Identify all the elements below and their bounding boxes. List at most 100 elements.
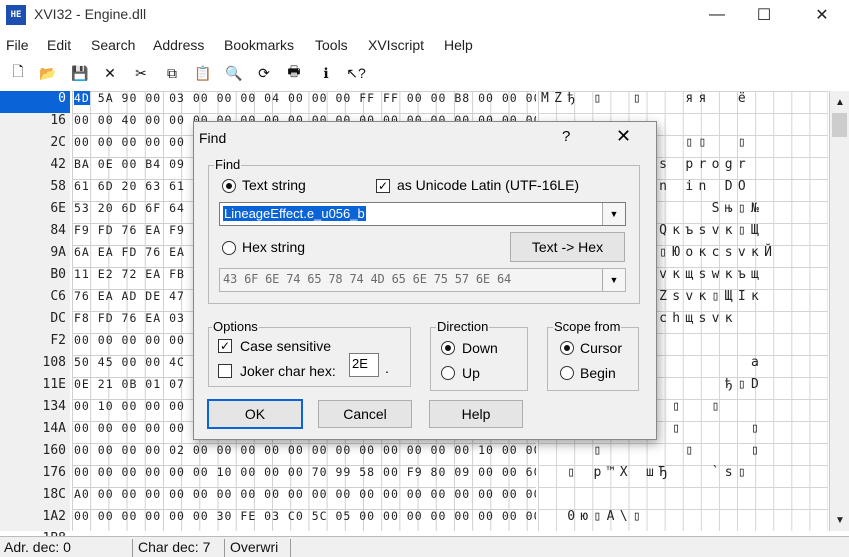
menu-address[interactable]: Address xyxy=(153,37,204,53)
offset-label: 42 xyxy=(50,157,66,172)
status-bar: Adr. dec: 0 Char dec: 7 Overwri xyxy=(0,536,849,557)
close-window-button[interactable]: ✕ xyxy=(799,0,845,30)
find-dialog: Find ? ✕ Find Text string ✓ as Unicode L… xyxy=(193,121,657,440)
cursor-byte[interactable]: 4D xyxy=(74,91,90,105)
offset-label: 108 xyxy=(42,355,66,370)
scope-cursor-radio[interactable] xyxy=(560,341,574,355)
print-icon[interactable]: 🖶 xyxy=(284,63,304,83)
save-icon[interactable]: 💾 xyxy=(70,63,90,83)
ok-button[interactable]: OK xyxy=(207,399,303,429)
scope-begin-radio[interactable] xyxy=(560,366,574,380)
text-row[interactable]: ▯ p™X шЂ `s▯ xyxy=(541,465,790,487)
find-group: Find Text string ✓ as Unicode Latin (UTF… xyxy=(208,157,640,304)
options-group: Options ✓ Case sensitive Joker char hex:… xyxy=(208,319,411,387)
dialog-close-icon[interactable]: ✕ xyxy=(616,126,631,147)
direction-down-label: Down xyxy=(462,340,498,356)
search-text-value[interactable]: LineageEffect.e_u056_b xyxy=(223,206,366,221)
copy-icon[interactable]: ⧉ xyxy=(162,63,182,83)
text-string-label: Text string xyxy=(242,177,306,193)
direction-group-label: Direction xyxy=(436,319,490,334)
scope-group-label: Scope from xyxy=(553,319,622,334)
dialog-help-icon[interactable]: ? xyxy=(562,128,570,145)
offset-label: 11E xyxy=(42,377,66,392)
delete-icon[interactable]: ✕ xyxy=(100,63,120,83)
find-replace-icon[interactable]: ⟳ xyxy=(254,63,274,83)
cut-icon[interactable]: ✂ xyxy=(131,63,151,83)
toolbar: 🗋 📂 💾 ✕ ✂ ⧉ 📋 🔍 ⟳ 🖶 ℹ ↖? xyxy=(0,60,849,86)
menu-edit[interactable]: Edit xyxy=(47,37,71,53)
offset-label: C6 xyxy=(50,289,66,304)
hex-string-combo: 43 6F 6E 74 65 78 74 4D 65 6E 75 57 6E 6… xyxy=(219,268,626,292)
offset-label: 16 xyxy=(50,113,66,128)
menu-file[interactable]: File xyxy=(6,37,29,53)
open-icon[interactable]: 📂 xyxy=(38,63,58,83)
chevron-down-icon[interactable]: ▼ xyxy=(602,203,625,225)
minimize-button[interactable]: — xyxy=(694,0,740,30)
hex-row[interactable]: 4D 5A 90 00 03 00 00 00 04 00 00 00 FF F… xyxy=(74,91,536,113)
joker-checkbox[interactable] xyxy=(218,364,232,378)
offset-column: 0 16 2C 42 58 6E 84 9A B0 C6 DC F2 108 11E 134 14A 160 17… xyxy=(0,91,70,546)
text-row[interactable]: 0ю▯A\▯ xyxy=(541,509,777,531)
help-button[interactable]: Help xyxy=(429,400,523,428)
text-string-radio[interactable] xyxy=(222,179,236,193)
offset-label: 160 xyxy=(42,443,66,458)
script-icon[interactable]: ℹ xyxy=(316,63,336,83)
joker-label: Joker char hex: xyxy=(240,363,336,379)
status-mode: Overwri xyxy=(226,539,291,557)
find-icon[interactable]: 🔍 xyxy=(224,63,244,83)
menu-tools[interactable]: Tools xyxy=(315,37,348,53)
direction-up-radio[interactable] xyxy=(441,366,455,380)
options-group-label: Options xyxy=(212,319,259,334)
offset-label: 18C xyxy=(42,487,66,502)
context-help-icon[interactable]: ↖? xyxy=(346,63,366,83)
hex-row[interactable]: A0 00 00 00 00 00 00 00 00 00 00 00 00 0… xyxy=(74,487,536,509)
offset-label: 134 xyxy=(42,399,66,414)
vertical-scrollbar[interactable]: ▲ ▼ xyxy=(829,91,849,531)
menu-search[interactable]: Search xyxy=(91,37,135,53)
text-row[interactable]: ▯ ▯ ▯ xyxy=(541,443,790,465)
text-row[interactable] xyxy=(541,487,790,509)
scroll-down-icon[interactable]: ▼ xyxy=(830,511,849,529)
app-icon: HE xyxy=(6,5,26,25)
offset-label: 9A xyxy=(50,245,66,260)
offset-label: 14A xyxy=(42,421,66,436)
unicode-label: as Unicode Latin (UTF-16LE) xyxy=(397,177,580,193)
offset-label: 1A2 xyxy=(42,509,66,524)
hex-row[interactable]: 00 00 00 00 00 00 30 FE 03 C0 5C 05 00 0… xyxy=(74,509,536,531)
dialog-title: Find xyxy=(199,130,227,146)
hex-row[interactable]: 00 00 00 00 00 00 10 00 00 00 70 99 58 0… xyxy=(74,465,536,487)
joker-suffix: . xyxy=(385,360,389,376)
case-sensitive-checkbox[interactable]: ✓ xyxy=(218,339,232,353)
maximize-button[interactable]: ☐ xyxy=(741,0,787,30)
direction-group: Direction Down Up xyxy=(430,319,528,391)
menu-help[interactable]: Help xyxy=(444,37,473,53)
menu-bookmarks[interactable]: Bookmarks xyxy=(224,37,294,53)
case-sensitive-label: Case sensitive xyxy=(240,338,332,354)
offset-label: DC xyxy=(50,311,66,326)
title-bar: HE XVI32 - Engine.dll — ☐ ✕ xyxy=(0,0,849,32)
search-text-combo[interactable]: LineageEffect.e_u056_b ▼ xyxy=(219,202,626,226)
hex-string-radio[interactable] xyxy=(222,241,236,255)
scope-begin-label: Begin xyxy=(580,365,616,381)
direction-down-radio[interactable] xyxy=(441,341,455,355)
offset-label: 84 xyxy=(50,223,66,238)
hex-string-value: 43 6F 6E 74 65 78 74 4D 65 6E 75 57 6E 6… xyxy=(223,272,512,286)
scope-group: Scope from Cursor Begin xyxy=(547,319,639,391)
offset-label: 176 xyxy=(42,465,66,480)
unicode-checkbox[interactable]: ✓ xyxy=(376,179,390,193)
new-icon[interactable]: 🗋 xyxy=(8,63,28,83)
joker-hex-input[interactable]: 2E xyxy=(349,353,379,377)
hex-string-label: Hex string xyxy=(242,239,306,255)
paste-icon[interactable]: 📋 xyxy=(193,63,213,83)
status-address: Adr. dec: 0 xyxy=(0,539,133,557)
hex-row[interactable]: 00 00 00 00 02 00 00 00 00 00 00 00 00 0… xyxy=(74,443,536,465)
chevron-down-icon[interactable]: ▼ xyxy=(602,269,625,291)
offset-label: F2 xyxy=(50,333,66,348)
cancel-button[interactable]: Cancel xyxy=(318,400,412,428)
text-to-hex-button[interactable]: Text -> Hex xyxy=(510,232,625,262)
text-row[interactable]: MZђ ▯ ▯ яя ё xyxy=(541,91,790,113)
scroll-up-icon[interactable]: ▲ xyxy=(830,93,849,111)
menu-xviscript[interactable]: XVIscript xyxy=(368,37,424,53)
offset-label: 0 xyxy=(0,91,70,113)
scroll-thumb[interactable] xyxy=(832,113,847,137)
